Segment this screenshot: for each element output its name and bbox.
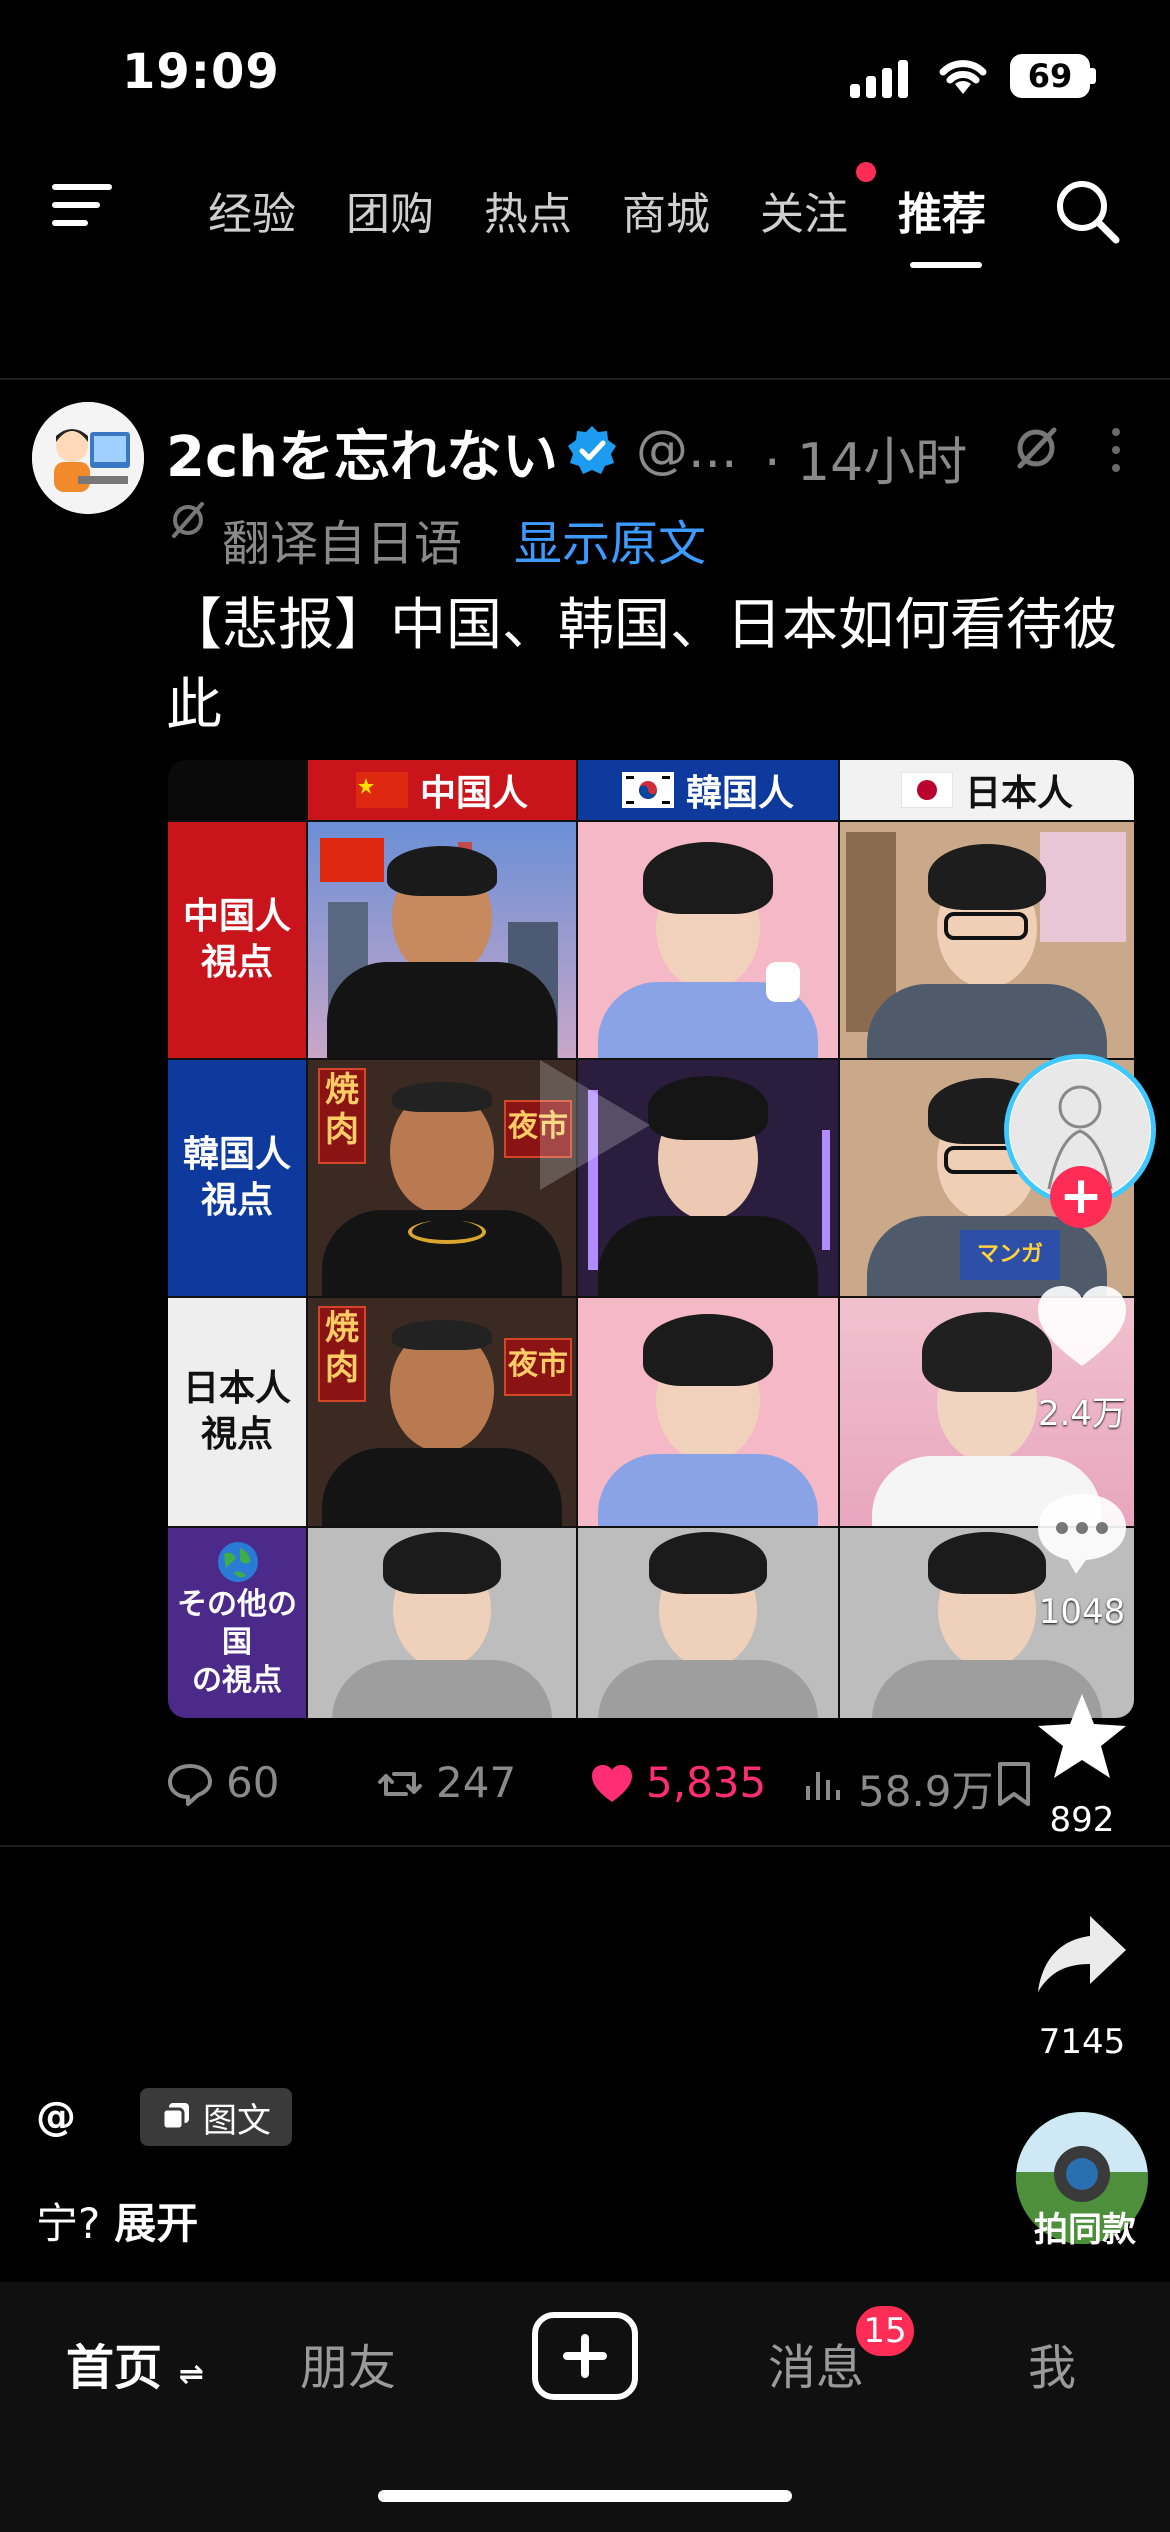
- search-icon[interactable]: [1052, 176, 1122, 246]
- favorite-count: 892: [1049, 1800, 1115, 1840]
- japan-flag-icon: [900, 772, 953, 808]
- china-flag-icon: [355, 772, 408, 808]
- tab-following[interactable]: 关注: [760, 178, 848, 242]
- tab-trending[interactable]: 热点: [484, 178, 572, 242]
- cell-japan-china: [840, 822, 1134, 1058]
- tab-friends[interactable]: 朋友: [300, 2328, 396, 2398]
- favorite-star-icon[interactable]: [1032, 1690, 1132, 1780]
- more-options-icon[interactable]: [1112, 428, 1122, 472]
- play-icon[interactable]: [510, 1050, 660, 1200]
- author-handle[interactable]: @...: [636, 420, 738, 480]
- view-count: 58.9万: [858, 1767, 994, 1816]
- column-header-korea: 韓国人: [578, 760, 838, 820]
- like-heart-icon[interactable]: [588, 1760, 636, 1808]
- korea-flag-icon: [621, 772, 674, 808]
- row-header-china-view: 中国人 視点: [168, 822, 306, 1058]
- translated-from-label: 翻译自日语: [222, 516, 463, 572]
- sign-yakiniku: 焼 肉: [318, 1306, 366, 1402]
- cell-china-japan: 焼 肉 夜市: [308, 1298, 576, 1526]
- like-count: 2.4万: [1037, 1394, 1127, 1434]
- column-header-japan: 日本人: [840, 760, 1134, 820]
- like-heart-icon[interactable]: [1032, 1280, 1132, 1370]
- active-tab-indicator: [910, 262, 982, 268]
- divider: [0, 1845, 1170, 1847]
- column-header-label: 中国人: [419, 773, 528, 814]
- image-text-label: 图文: [203, 2100, 271, 2141]
- show-original-link[interactable]: 显示原文: [514, 504, 706, 574]
- switch-arrows-icon: ⇌: [178, 2357, 204, 2392]
- plus-icon: [563, 2334, 607, 2378]
- wifi-icon: [939, 60, 987, 94]
- cell-korea-other: [578, 1528, 838, 1718]
- reply-count: 60: [226, 1758, 280, 1807]
- cell-china-china: [308, 822, 576, 1058]
- column-header-label: 日本人: [964, 773, 1073, 814]
- verified-badge-icon: [568, 426, 616, 474]
- tab-me[interactable]: 我: [1028, 2328, 1076, 2398]
- divider: [0, 378, 1170, 380]
- sign-yakiniku: 焼 肉: [318, 1068, 366, 1164]
- post-image-grid[interactable]: 中国人 韓国人 日本人 中国人 視点 韓国人 視点 日本人 視点 その他の国 の…: [168, 760, 1134, 1718]
- expand-link[interactable]: 展开: [114, 2199, 198, 2248]
- tab-recommended[interactable]: 推荐: [898, 178, 986, 242]
- mention-label[interactable]: @: [36, 2094, 76, 2140]
- image-text-tag[interactable]: 图文: [140, 2088, 292, 2146]
- messages-badge: 15: [856, 2306, 914, 2356]
- home-indicator: [378, 2490, 792, 2502]
- cellular-signal-icon: [850, 58, 910, 98]
- comment-count: 1048: [1038, 1592, 1126, 1632]
- grid-corner: [168, 760, 306, 820]
- tab-group-buy[interactable]: 团购: [346, 178, 434, 242]
- reply-icon[interactable]: [166, 1760, 214, 1808]
- globe-icon: [218, 1542, 258, 1582]
- create-post-button[interactable]: [532, 2312, 638, 2400]
- caption-text: 宁?: [36, 2199, 101, 2248]
- comment-bubble-icon[interactable]: [1032, 1488, 1132, 1578]
- tab-mall[interactable]: 商城: [622, 178, 710, 242]
- like-count: 5,835: [646, 1758, 767, 1807]
- tab-home-label: 首页: [66, 2340, 163, 2396]
- caption: 宁? 展开: [36, 2190, 198, 2251]
- menu-icon[interactable]: [52, 180, 112, 232]
- column-header-label: 韓国人: [685, 773, 794, 814]
- column-header-china: 中国人: [308, 760, 576, 820]
- sign-night-market: 夜市: [504, 1338, 572, 1396]
- author-name[interactable]: 2chを忘れない: [166, 412, 558, 493]
- manga-book: マンガ: [960, 1230, 1060, 1280]
- share-arrow-icon[interactable]: [1032, 1910, 1132, 2000]
- cartoon-user-illustration: [32, 402, 144, 514]
- tab-home[interactable]: 首页 ⇌: [66, 2328, 204, 2398]
- following-notification-dot: [856, 162, 876, 182]
- tab-experience[interactable]: 经验: [208, 178, 296, 242]
- follow-plus-button[interactable]: +: [1050, 1166, 1112, 1228]
- tab-messages[interactable]: 消息: [768, 2328, 864, 2398]
- post-time: · 14小时: [764, 433, 968, 493]
- translate-small-icon: [172, 502, 204, 538]
- repost-count: 247: [436, 1758, 517, 1807]
- battery-level: 69: [1010, 54, 1090, 98]
- battery-cap: [1090, 68, 1096, 84]
- author-avatar[interactable]: [32, 402, 144, 514]
- post-text: 【悲报】中国、韩国、日本如何看待彼此: [166, 593, 1118, 738]
- cell-china-other: [308, 1528, 576, 1718]
- same-style-label[interactable]: 拍同款: [1000, 2202, 1170, 2251]
- translate-icon[interactable]: [1010, 422, 1062, 474]
- row-header-korea-view: 韓国人 視点: [168, 1060, 306, 1296]
- cell-korea-japan: [578, 1298, 838, 1526]
- status-time: 19:09: [122, 44, 280, 100]
- repost-icon[interactable]: [376, 1760, 424, 1808]
- views-chart-icon: [806, 1772, 840, 1800]
- share-count: 7145: [1038, 2022, 1126, 2062]
- row-header-japan-view: 日本人 視点: [168, 1298, 306, 1526]
- gallery-icon: [161, 2103, 189, 2131]
- cell-korea-china: [578, 822, 838, 1058]
